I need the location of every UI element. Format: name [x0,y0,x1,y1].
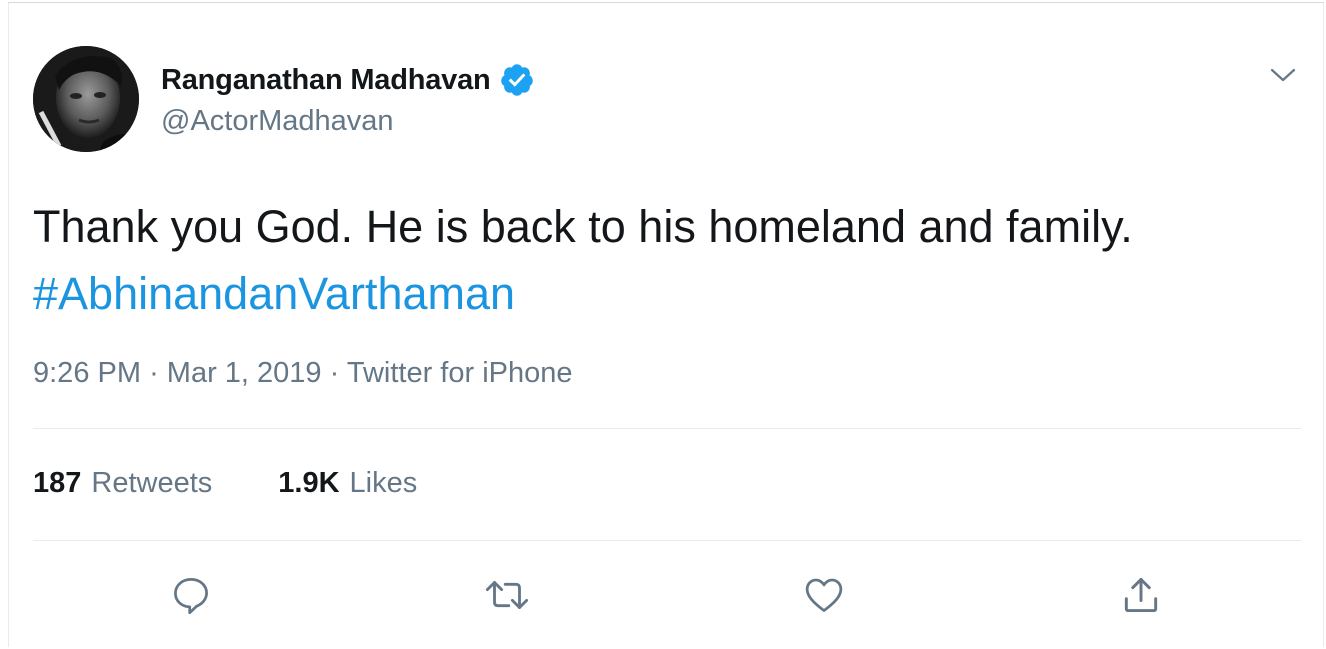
share-button[interactable] [1116,570,1166,620]
retweets-label: Retweets [91,467,213,499]
tweet-stats: 187 Retweets 1.9K Likes [33,467,483,500]
divider [33,428,1301,429]
display-name[interactable]: Ranganathan Madhavan [161,64,491,97]
tweet-text: Thank you God. He is back to his homelan… [33,193,1303,327]
hashtag-link[interactable]: #AbhinandanVarthaman [33,268,515,319]
tweet-text-line: Thank you God. He is back to his homelan… [33,201,1133,252]
reply-icon [174,578,208,615]
retweet-icon [485,581,529,609]
avatar[interactable] [33,46,139,152]
author-handle[interactable]: @ActorMadhavan [161,105,394,138]
retweets-stat[interactable]: 187 Retweets [33,467,212,500]
heart-icon [805,578,843,612]
divider [33,540,1301,541]
more-options-button[interactable] [1263,59,1303,91]
likes-stat[interactable]: 1.9K Likes [278,467,417,500]
meta-separator: · [329,357,340,389]
meta-separator: · [149,357,159,389]
author-name-row[interactable]: Ranganathan Madhavan [161,60,535,100]
tweet-time[interactable]: 9:26 PM [33,357,141,389]
tweet-source[interactable]: Twitter for iPhone [347,357,573,389]
profile-photo-icon [33,46,139,152]
retweets-count: 187 [33,467,82,499]
verified-badge-icon [499,62,535,98]
chevron-down-icon [1270,68,1296,82]
likes-label: Likes [349,467,418,499]
tweet-meta: 9:26 PM · Mar 1, 2019 · Twitter for iPho… [33,357,573,390]
tweet-date[interactable]: Mar 1, 2019 [167,357,322,389]
share-icon [1124,577,1158,613]
reply-button[interactable] [166,570,216,620]
tweet-card: Ranganathan Madhavan @ActorMadhavan Than… [8,2,1324,647]
tweet-actions [9,570,1325,620]
like-button[interactable] [799,570,849,620]
retweet-button[interactable] [482,570,532,620]
likes-count: 1.9K [278,467,340,499]
